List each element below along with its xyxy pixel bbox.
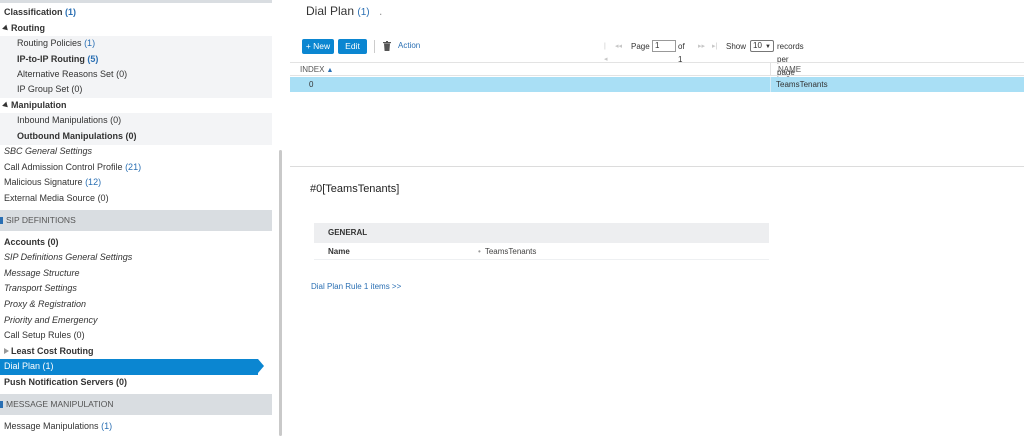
last-page-icon[interactable]: ▸| <box>712 40 717 53</box>
cell-name: TeamsTenants <box>776 80 828 89</box>
cell-index: 0 <box>309 80 314 89</box>
page-label: Page <box>631 42 650 51</box>
prev-page-icon[interactable]: ◂◂ <box>615 40 622 53</box>
sidebar-item-priority-and-emergency[interactable]: Priority and Emergency <box>0 313 272 329</box>
column-divider <box>770 77 771 92</box>
sidebar-item-routing-policies[interactable]: Routing Policies (1) <box>0 36 272 52</box>
sidebar-item-accounts[interactable]: Accounts (0) <box>0 235 272 251</box>
sidebar-item-sbc-general-settings[interactable]: SBC General Settings <box>0 144 272 160</box>
sidebar-item-message-structure[interactable]: Message Structure <box>0 266 272 282</box>
toolbar: + New Edit Action |◂ ◂◂ Page 1 of 1 ▸▸ ▸… <box>302 39 1012 77</box>
sidebar-item-outbound-manipulations[interactable]: Outbound Manipulations (0) <box>0 129 272 145</box>
column-divider <box>770 63 771 76</box>
section-marker-icon <box>0 401 3 408</box>
sidebar-item-ip-to-ip-routing[interactable]: IP-to-IP Routing (5) <box>0 52 272 68</box>
sidebar-scrollbar-thumb[interactable] <box>279 150 282 436</box>
field-label: Name <box>328 247 350 256</box>
sidebar-item-classification[interactable]: Classification (1) <box>0 5 272 21</box>
collapsed-icon <box>4 348 9 354</box>
action-menu[interactable]: Action <box>398 41 420 50</box>
bullet-icon: • <box>478 247 481 256</box>
new-button[interactable]: + New <box>302 39 334 54</box>
page-size-select[interactable]: 10 ▼ <box>750 40 774 52</box>
column-header-name[interactable]: NAME <box>778 63 801 76</box>
detail-title: #0[TeamsTenants] <box>310 183 400 195</box>
page-title: Dial Plan (1) . <box>306 4 383 18</box>
table-row[interactable]: 0 TeamsTenants <box>290 77 1024 92</box>
sidebar-item-push-notification-servers[interactable]: Push Notification Servers (0) <box>0 375 272 391</box>
section-message-manipulation[interactable]: MESSAGE MANIPULATION <box>0 394 272 415</box>
detail-group-header: GENERAL <box>314 223 769 243</box>
edit-button[interactable]: Edit <box>338 39 367 54</box>
sidebar-group-manipulation[interactable]: Manipulation <box>0 98 272 114</box>
sidebar: Classification (1) Routing Routing Polic… <box>0 0 284 436</box>
trash-icon[interactable] <box>383 41 391 51</box>
next-page-icon[interactable]: ▸▸ <box>698 40 705 53</box>
sidebar-top-band <box>0 0 272 3</box>
toolbar-divider <box>374 40 375 53</box>
sort-asc-icon[interactable]: ▲ <box>326 67 333 74</box>
sidebar-group-least-cost-routing[interactable]: Least Cost Routing <box>0 344 272 360</box>
sidebar-item-transport-settings[interactable]: Transport Settings <box>0 281 272 297</box>
table-header: INDEX ▲ NAME <box>290 62 1024 76</box>
sidebar-item-sip-definitions-general-settings[interactable]: SIP Definitions General Settings <box>0 250 272 266</box>
sidebar-item-dial-plan[interactable]: Dial Plan (1) <box>0 359 264 375</box>
sidebar-item-call-setup-rules[interactable]: Call Setup Rules (0) <box>0 328 272 344</box>
sidebar-item-call-admission-control-profile[interactable]: Call Admission Control Profile (21) <box>0 160 272 176</box>
expanded-icon <box>2 101 10 110</box>
show-label: Show <box>726 42 747 51</box>
sidebar-item-alternative-reasons-set[interactable]: Alternative Reasons Set (0) <box>0 67 272 83</box>
expanded-icon <box>2 24 10 33</box>
sidebar-item-external-media-source[interactable]: External Media Source (0) <box>0 191 272 207</box>
sidebar-item-ip-group-set[interactable]: IP Group Set (0) <box>0 82 272 98</box>
panel-divider <box>290 166 1024 167</box>
sidebar-group-routing[interactable]: Routing <box>0 21 272 37</box>
chevron-down-icon: ▼ <box>765 44 771 50</box>
page-number-input[interactable]: 1 <box>652 40 676 52</box>
main-panel: Dial Plan (1) . + New Edit Action |◂ ◂◂ … <box>290 0 1024 436</box>
sidebar-item-inbound-manipulations[interactable]: Inbound Manipulations (0) <box>0 113 272 129</box>
sidebar-item-malicious-signature[interactable]: Malicious Signature (12) <box>0 175 272 191</box>
field-value: • TeamsTenants <box>478 247 537 256</box>
sidebar-item-message-manipulations[interactable]: Message Manipulations (1) <box>0 419 272 435</box>
dial-plan-rule-link[interactable]: Dial Plan Rule 1 items >> <box>311 282 401 291</box>
column-header-index[interactable]: INDEX ▲ <box>300 63 333 77</box>
sidebar-item-proxy-registration[interactable]: Proxy & Registration <box>0 297 272 313</box>
section-marker-icon <box>0 217 3 224</box>
detail-card: GENERAL Name • TeamsTenants <box>314 223 769 260</box>
detail-field-row: Name • TeamsTenants <box>314 243 769 260</box>
section-sip-definitions[interactable]: SIP DEFINITIONS <box>0 210 272 231</box>
